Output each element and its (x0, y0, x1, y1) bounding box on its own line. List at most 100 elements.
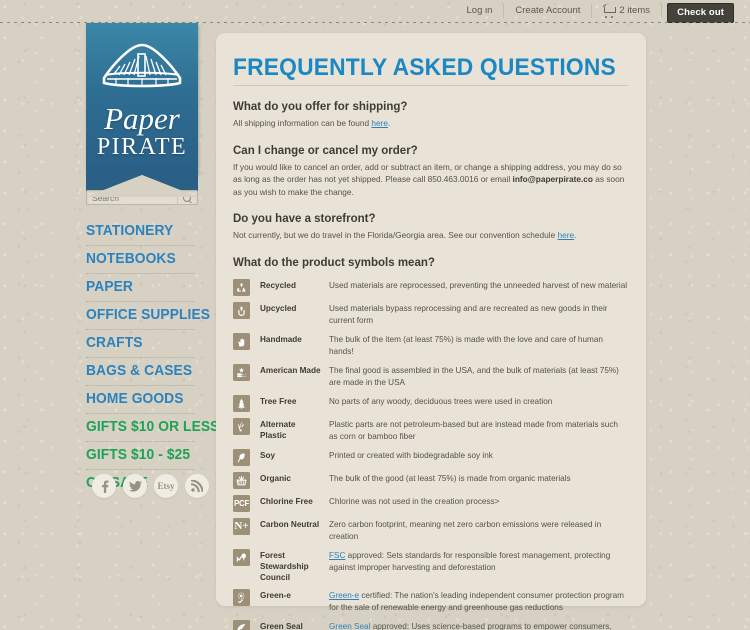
facebook-button[interactable] (92, 474, 116, 498)
carbon-neutral-icon: N+ (233, 517, 250, 535)
american-made-icon (233, 363, 250, 381)
faq-answer: Not currently, but we do travel in the F… (233, 229, 628, 242)
symbol-description: Green-e certified: The nation's leading … (324, 588, 628, 614)
symbol-link[interactable]: Green Seal (329, 622, 370, 630)
symbol-row: Recycled Used materials are reprocessed, … (233, 278, 628, 296)
symbol-description: The final good is assembled in the USA, … (329, 365, 619, 387)
checkout-button[interactable]: Check out (667, 3, 734, 23)
banner-notch (86, 175, 198, 197)
symbol-row: N+ Carbon Neutral Zero carbon footprint, m… (233, 517, 628, 543)
nav-item-gifts-10-25[interactable]: GIFTS $10 - $25 (86, 442, 195, 470)
product-symbols-table: Recycled Used materials are reprocessed, … (233, 278, 628, 630)
symbol-row: Soy Printed or created with biodegradable… (233, 448, 628, 466)
symbol-name: Carbon Neutral (260, 519, 320, 529)
symbol-description: Chlorine was not used in the creation pr… (329, 496, 500, 506)
nav-item-gifts-10-or-less[interactable]: GIFTS $10 OR LESS (86, 414, 219, 442)
symbol-name: Green Seal (260, 621, 303, 630)
faq-question: Do you have a storefront? (233, 213, 376, 225)
faq-email-address: info@paperpirate.co (512, 174, 593, 184)
symbol-name: Forest Stewardship Council (260, 550, 309, 582)
faq-inline-link[interactable]: here (558, 230, 575, 240)
faq-answer-text-cont: . (574, 230, 577, 240)
category-nav: STATIONERY NOTEBOOKS PAPER OFFICE SUPPLIES C… (86, 218, 219, 497)
recycled-icon (233, 278, 250, 296)
rss-button[interactable] (185, 474, 209, 498)
logo-word-paper: Paper (104, 101, 180, 136)
symbol-row: Green Seal Green Seal approved: Uses scie… (233, 619, 628, 630)
symbol-description: Used materials bypass reprocessing and a… (329, 303, 608, 325)
faq-question: Can I change or cancel my order? (233, 144, 418, 157)
handmade-icon (233, 332, 250, 350)
title-divider (233, 85, 628, 86)
nav-item-office-supplies[interactable]: OFFICE SUPPLIES (86, 302, 210, 330)
symbol-name: Organic (260, 473, 291, 483)
tree-free-icon (233, 394, 250, 412)
cart-link[interactable]: 2 items (592, 4, 662, 18)
symbol-row: Organic The bulk of the good (at least 75… (233, 471, 628, 489)
symbol-description: No parts of any woody, deciduous trees w… (329, 396, 553, 406)
logo-word-pirate: PIRATE (96, 134, 188, 160)
symbol-description-text: approved: Uses science-based programs to… (372, 621, 612, 630)
symbol-name: Alternate Plastic (260, 419, 296, 440)
symbol-name: American Made (260, 365, 321, 375)
cart-icon (603, 6, 617, 18)
symbols-question: What do the product symbols mean? (233, 256, 435, 269)
fsc-icon (233, 548, 250, 566)
symbol-name: Green-e (260, 590, 291, 600)
symbol-name: Soy (260, 450, 276, 460)
nav-item-notebooks[interactable]: NOTEBOOKS (86, 246, 195, 274)
green-seal-icon (233, 619, 250, 630)
twitter-icon (128, 480, 142, 492)
nav-item-home-goods[interactable]: HOME GOODS (86, 386, 195, 414)
upcycled-icon (233, 301, 250, 319)
symbol-description: Zero carbon footprint, meaning net zero … (329, 519, 602, 541)
faq-answer: If you would like to cancel an order, ad… (233, 161, 628, 199)
faq-list: What do you offer for shipping? All shipp… (233, 101, 628, 242)
page-title: FREQUENTLY ASKED QUESTIONS (233, 54, 616, 81)
faq-inline-link[interactable]: here (371, 118, 388, 128)
etsy-button[interactable]: Etsy (154, 474, 178, 498)
create-account-link[interactable]: Create Account (504, 4, 593, 18)
symbol-description: The bulk of the good (at least 75%) is m… (329, 473, 571, 483)
nav-item-stationery[interactable]: STATIONERY (86, 218, 195, 246)
symbol-description-text: approved: Sets standards for responsible… (329, 550, 611, 572)
nav-item-paper[interactable]: PAPER (86, 274, 195, 302)
content-card: FREQUENTLY ASKED QUESTIONS What do you o… (216, 33, 646, 630)
facebook-icon (101, 480, 108, 493)
symbol-description: Plastic parts are not petroleum-based bu… (329, 419, 618, 441)
symbol-row: PCF Chlorine Free Chlorine was not used in… (233, 494, 628, 512)
login-link[interactable]: Log in (456, 4, 505, 18)
symbol-row: American Made The final good is assembled… (233, 363, 628, 389)
symbol-link[interactable]: FSC (329, 551, 345, 560)
symbol-name: Tree Free (260, 396, 297, 406)
nav-item-bags-cases[interactable]: BAGS & CASES (86, 358, 195, 386)
faq-question: What do you offer for shipping? (233, 101, 408, 113)
site-logo[interactable]: Paper PIRATE (86, 23, 198, 197)
rss-icon (191, 480, 203, 492)
symbol-row: Upcycled Used materials bypass reprocessi… (233, 301, 628, 327)
symbol-description: Green Seal approved: Uses science-based … (324, 619, 628, 630)
symbol-name: Handmade (260, 334, 302, 344)
nav-item-crafts[interactable]: CRAFTS (86, 330, 195, 358)
faq-answer-text: Not currently, but we do travel in the F… (233, 230, 558, 240)
chlorine-free-icon: PCF (233, 494, 250, 512)
symbol-description: Used materials are reprocessed, preventi… (329, 280, 628, 290)
page-root: Log in Create Account 2 items Check out (0, 0, 750, 630)
symbol-description: FSC approved: Sets standards for respons… (324, 548, 628, 574)
faq-answer-text: All shipping information can be found (233, 118, 372, 128)
symbol-row: Green-e Green-e certified: The nation's l… (233, 588, 628, 614)
social-links: Etsy (92, 474, 209, 498)
symbol-row: Forest Stewardship Council FSC approved: … (233, 548, 628, 583)
symbol-name: Recycled (260, 280, 296, 290)
symbol-description-text: certified: The nation's leading independ… (329, 590, 624, 612)
organic-icon (233, 471, 250, 489)
top-utility-bar: Log in Create Account 2 items (0, 0, 750, 22)
alternate-plastic-icon (233, 417, 250, 435)
faq-answer-text-cont: . (387, 118, 391, 128)
etsy-icon: Etsy (157, 481, 175, 491)
symbol-link[interactable]: Green-e (329, 591, 359, 600)
symbol-name: Chlorine Free (260, 496, 313, 506)
soy-icon (233, 448, 250, 466)
twitter-button[interactable] (123, 474, 147, 498)
symbol-name: Upcycled (260, 303, 297, 313)
